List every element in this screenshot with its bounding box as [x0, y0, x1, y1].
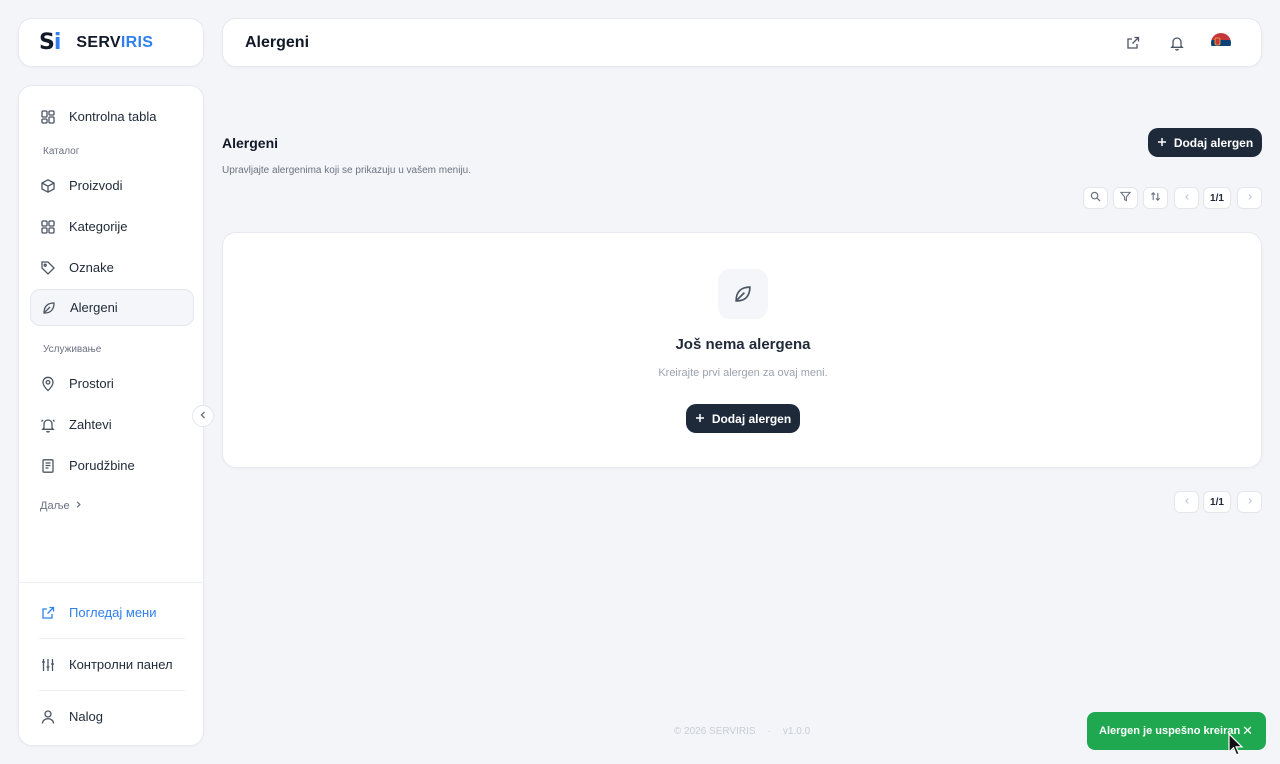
divider: [39, 690, 185, 691]
divider: [39, 638, 185, 639]
sidebar-item-orders[interactable]: Porudžbine: [30, 447, 194, 484]
next-page-button[interactable]: [1237, 491, 1262, 513]
chevron-left-icon: [1183, 497, 1191, 508]
header-title: Alergeni: [245, 33, 310, 51]
add-allergen-label: Dodaj alergen: [711, 411, 792, 426]
page-indicator: 1/1: [1203, 187, 1231, 209]
control-panel-label: Контролни панел: [69, 657, 173, 672]
filter-icon: [1119, 191, 1132, 205]
sidebar: Kontrolna tabla Каталог Proizvodi Katego…: [18, 85, 205, 746]
search-icon: [1090, 191, 1101, 205]
tag-icon: [40, 260, 56, 276]
account-label: Nalog: [69, 709, 103, 724]
empty-state-title: Još nema alergena: [675, 336, 811, 353]
chevron-right-icon: [1246, 193, 1254, 204]
sidebar-item-label: Zahtevi: [69, 417, 112, 432]
sort-icon: [1150, 191, 1161, 205]
add-allergen-button[interactable]: Dodaj alergen: [1148, 128, 1262, 157]
logo-text: SERVIRIS: [76, 33, 154, 51]
view-menu-link[interactable]: Погледај мени: [30, 594, 194, 631]
sidebar-item-allergens[interactable]: Alergeni: [30, 289, 194, 326]
divider: [19, 582, 205, 583]
empty-state-card: Još nema alergena Kreirajte prvi alergen…: [222, 232, 1262, 468]
bell-ring-icon: [40, 417, 56, 433]
page-subtitle: Upravljajte alergenima koji se prikazuju…: [222, 165, 471, 176]
sidebar-item-label: Kategorije: [69, 219, 128, 234]
sort-button[interactable]: [1143, 187, 1168, 209]
sidebar-item-label: Porudžbine: [69, 458, 135, 473]
plus-icon: [1157, 136, 1167, 150]
language-flag-serbia[interactable]: [1211, 33, 1231, 53]
logo-card[interactable]: Si SERVIRIS: [18, 18, 204, 67]
mouse-cursor-icon: [1228, 733, 1244, 756]
chevron-left-icon: [1183, 193, 1191, 204]
toast-message: Alergen je uspešno kreiran: [1099, 725, 1241, 737]
section-label-catalog: Каталог: [43, 146, 80, 157]
prev-page-button[interactable]: [1174, 491, 1199, 513]
view-menu-label: Погледај мени: [69, 605, 157, 620]
plus-icon: [695, 412, 705, 426]
footer-separator: ·: [767, 726, 771, 737]
search-button[interactable]: [1083, 187, 1108, 209]
sidebar-item-dashboard[interactable]: Kontrolna tabla: [30, 98, 194, 135]
sidebar-item-label: Alergeni: [70, 300, 118, 315]
chevron-right-icon: [74, 500, 83, 512]
leaf-icon: [718, 269, 768, 319]
external-link-icon: [40, 605, 56, 621]
more-toggle[interactable]: Даље: [40, 500, 83, 512]
next-page-button[interactable]: [1237, 187, 1262, 209]
sidebar-collapse-button[interactable]: [192, 405, 214, 427]
dashboard-icon: [40, 109, 56, 125]
external-link-icon[interactable]: [1124, 34, 1142, 52]
chevron-right-icon: [1246, 497, 1254, 508]
logo-mark: Si: [39, 30, 61, 55]
more-label: Даље: [40, 500, 70, 512]
section-label-service: Услуживање: [43, 344, 102, 355]
control-panel-link[interactable]: Контролни панел: [30, 646, 194, 683]
leaf-icon: [41, 300, 57, 316]
footer-copyright: © 2026 SERVIRIS: [673, 726, 756, 737]
bell-icon[interactable]: [1168, 34, 1186, 52]
receipt-icon: [40, 458, 56, 474]
page-title: Alergeni: [222, 135, 279, 151]
add-allergen-empty-button[interactable]: Dodaj alergen: [686, 404, 800, 433]
sidebar-item-label: Oznake: [69, 260, 114, 275]
empty-state-subtitle: Kreirajte prvi alergen za ovaj meni.: [658, 367, 828, 379]
top-header: Alergeni: [222, 18, 1262, 67]
footer-version: v1.0.0: [782, 726, 811, 737]
filter-button[interactable]: [1113, 187, 1138, 209]
location-pin-icon: [40, 376, 56, 392]
grid-icon: [40, 219, 56, 235]
sidebar-item-products[interactable]: Proizvodi: [30, 167, 194, 204]
sidebar-item-tags[interactable]: Oznake: [30, 249, 194, 286]
add-allergen-label: Dodaj alergen: [1173, 135, 1254, 150]
sliders-icon: [40, 657, 56, 673]
prev-page-button[interactable]: [1174, 187, 1199, 209]
page-indicator: 1/1: [1203, 491, 1231, 513]
sidebar-item-label: Proizvodi: [69, 178, 123, 193]
sidebar-item-locations[interactable]: Prostori: [30, 365, 194, 402]
sidebar-item-requests[interactable]: Zahtevi: [30, 406, 194, 443]
sidebar-item-categories[interactable]: Kategorije: [30, 208, 194, 245]
chevron-left-icon: [198, 407, 208, 425]
box-icon: [40, 178, 56, 194]
sidebar-item-label: Prostori: [69, 376, 114, 391]
sidebar-item-label: Kontrolna tabla: [69, 109, 157, 124]
user-icon: [40, 709, 56, 725]
